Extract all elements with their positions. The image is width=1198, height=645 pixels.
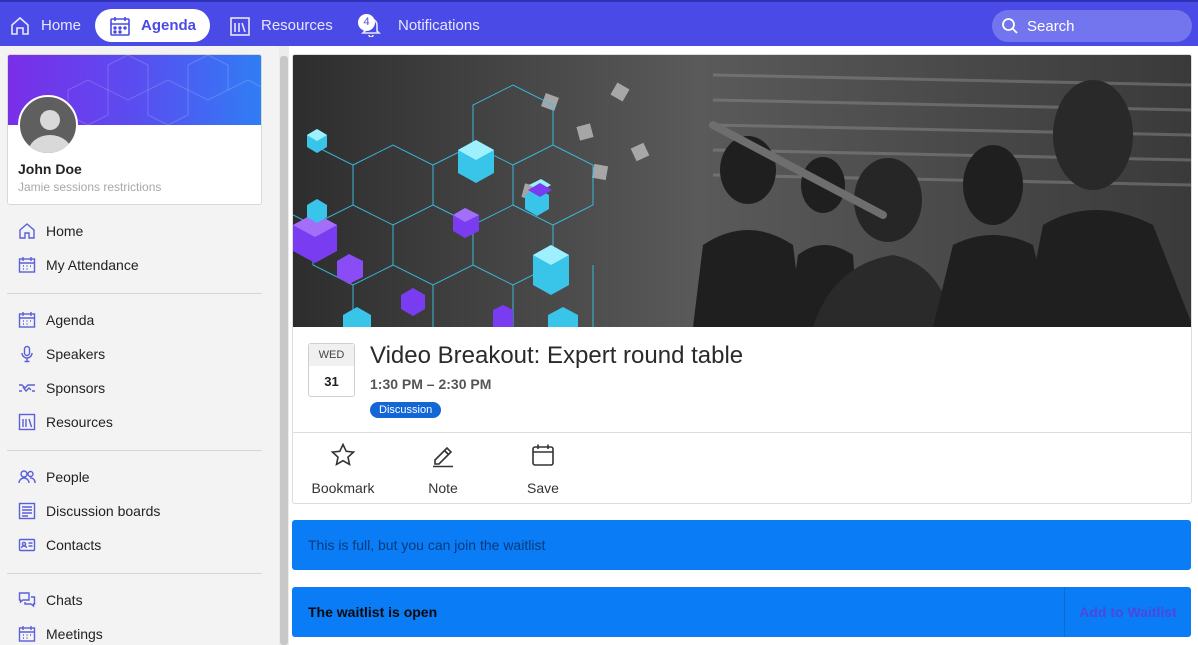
search-input[interactable]: Search: [992, 10, 1192, 42]
session-date-badge: WED 31: [308, 343, 355, 397]
board-icon: [18, 502, 36, 520]
bell-icon: 4: [358, 13, 382, 37]
sidebar-item-chats[interactable]: Chats: [18, 589, 83, 611]
sidebar-item-my-attendance[interactable]: My Attendance: [18, 254, 139, 276]
sidebar-item-label: Contacts: [46, 537, 102, 553]
sidebar: John Doe Jamie sessions restrictions Hom…: [0, 46, 279, 645]
library-icon: [18, 413, 36, 431]
nav-agenda[interactable]: Agenda: [95, 9, 211, 42]
sidebar-divider: [7, 573, 262, 574]
calendar-icon: [109, 15, 131, 37]
profile-card[interactable]: John Doe Jamie sessions restrictions: [7, 54, 262, 205]
nav-notifications[interactable]: 4 Notifications: [358, 9, 480, 42]
library-icon: [229, 15, 251, 37]
session-hero-image: [293, 55, 1191, 327]
session-card: WED 31 Video Breakout: Expert round tabl…: [292, 54, 1192, 504]
bookmark-button[interactable]: Bookmark: [303, 442, 383, 496]
bookmark-label: Bookmark: [311, 480, 375, 496]
card-divider: [293, 432, 1191, 433]
sidebar-item-speakers[interactable]: Speakers: [18, 343, 105, 365]
sidebar-item-home[interactable]: Home: [18, 220, 83, 242]
nav-agenda-label: Agenda: [141, 17, 197, 34]
sidebar-item-label: Discussion boards: [46, 503, 161, 519]
calendar-icon: [18, 256, 36, 274]
sidebar-item-discussion-boards[interactable]: Discussion boards: [18, 500, 160, 522]
sidebar-item-contacts[interactable]: Contacts: [18, 534, 101, 556]
waitlist-full-message: This is full, but you can join the waitl…: [308, 537, 546, 553]
add-to-waitlist-button[interactable]: Add to Waitlist: [1064, 587, 1191, 637]
waitlist-open-banner: The waitlist is open Add to Waitlist: [292, 587, 1191, 637]
sidebar-item-agenda[interactable]: Agenda: [18, 309, 94, 331]
waitlist-open-message: The waitlist is open: [308, 604, 438, 620]
sidebar-item-label: Sponsors: [46, 380, 106, 396]
save-label: Save: [527, 480, 559, 496]
sidebar-item-label: Agenda: [46, 312, 95, 328]
sidebar-item-label: Meetings: [46, 626, 103, 642]
save-button[interactable]: Save: [503, 442, 583, 496]
sidebar-item-label: People: [46, 469, 90, 485]
home-icon: [9, 15, 31, 37]
sidebar-item-people[interactable]: People: [18, 466, 90, 488]
pencil-icon: [430, 442, 456, 468]
calendar-icon: [530, 442, 556, 468]
nav-home[interactable]: Home: [9, 9, 81, 42]
sidebar-item-label: Speakers: [46, 346, 106, 362]
session-title: Video Breakout: Expert round table: [370, 342, 744, 369]
session-time: 1:30 PM – 2:30 PM: [370, 376, 492, 392]
calendar-icon: [18, 311, 36, 329]
sidebar-item-resources[interactable]: Resources: [18, 411, 113, 433]
notification-count-badge: 4: [358, 13, 375, 31]
sidebar-item-label: Home: [46, 223, 84, 239]
search-icon: [1001, 17, 1019, 35]
note-label: Note: [428, 480, 458, 496]
nav-resources-label: Resources: [261, 17, 333, 34]
handshake-icon: [18, 379, 36, 397]
microphone-icon: [18, 345, 36, 363]
search-placeholder: Search: [1027, 17, 1075, 35]
session-day-of-week: WED: [309, 344, 354, 366]
waitlist-full-banner: This is full, but you can join the waitl…: [292, 520, 1191, 570]
sidebar-divider: [7, 450, 262, 451]
session-type-tag: Discussion: [370, 402, 442, 418]
sidebar-item-label: Chats: [46, 592, 83, 608]
contact-card-icon: [18, 536, 36, 554]
note-button[interactable]: Note: [403, 442, 483, 496]
sidebar-item-label: Resources: [46, 414, 113, 430]
sidebar-item-label: My Attendance: [46, 257, 139, 273]
sidebar-scrollbar-thumb[interactable]: [280, 56, 288, 645]
sidebar-item-meetings[interactable]: Meetings: [18, 623, 103, 645]
profile-subtitle: Jamie sessions restrictions: [18, 180, 162, 194]
people-icon: [18, 468, 36, 486]
nav-resources[interactable]: Resources: [229, 9, 333, 42]
sidebar-divider: [7, 293, 262, 294]
avatar: [18, 95, 78, 155]
star-icon: [330, 442, 356, 468]
chat-icon: [18, 591, 36, 609]
sidebar-item-sponsors[interactable]: Sponsors: [18, 377, 105, 399]
session-day-number: 31: [324, 373, 339, 389]
nav-home-label: Home: [41, 17, 82, 34]
top-navigation-bar: Home Agenda Resources 4 Notifications Se…: [0, 0, 1198, 46]
calendar-icon: [18, 625, 36, 643]
home-icon: [18, 222, 36, 240]
profile-name: John Doe: [18, 161, 82, 177]
nav-notifications-label: Notifications: [398, 17, 480, 34]
